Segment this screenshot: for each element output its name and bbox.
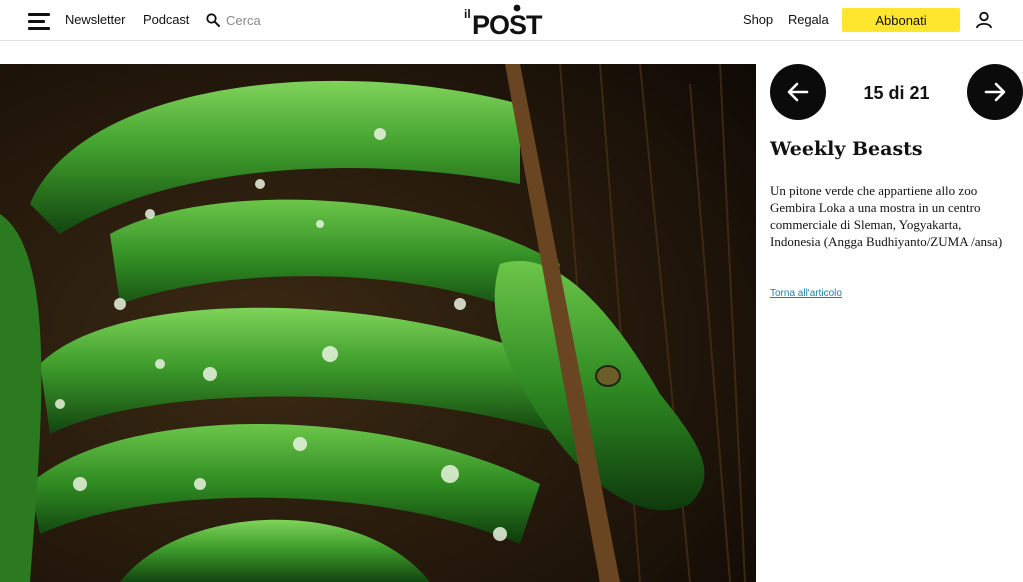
python-photo bbox=[0, 64, 756, 582]
svg-text:il: il bbox=[464, 7, 471, 21]
gallery-title: Weekly Beasts bbox=[770, 138, 923, 160]
search-box[interactable] bbox=[206, 10, 316, 30]
nav-shop-link[interactable]: Shop bbox=[743, 12, 773, 27]
nav-gift-link[interactable]: Regala bbox=[788, 12, 829, 27]
next-photo-button[interactable] bbox=[967, 64, 1023, 120]
search-icon[interactable] bbox=[206, 13, 220, 27]
nav-podcast-link[interactable]: Podcast bbox=[143, 12, 189, 27]
svg-text:POST: POST bbox=[472, 10, 543, 37]
photo-caption: Un pitone verde che appartiene allo zoo … bbox=[770, 183, 1003, 249]
previous-photo-button[interactable] bbox=[770, 64, 826, 120]
nav-newsletter-link[interactable]: Newsletter bbox=[65, 12, 126, 27]
back-to-article-link[interactable]: Torna all'articolo bbox=[770, 288, 842, 299]
hamburger-menu-icon[interactable] bbox=[28, 12, 50, 30]
arrow-right-icon bbox=[984, 82, 1006, 102]
user-icon[interactable] bbox=[975, 11, 993, 29]
subscribe-button[interactable]: Abbonati bbox=[842, 8, 960, 32]
arrow-left-icon bbox=[787, 82, 809, 102]
gallery-photo[interactable] bbox=[0, 64, 756, 582]
photo-counter: 15 di 21 bbox=[863, 83, 930, 103]
il-post-logo[interactable]: il POST bbox=[462, 3, 562, 37]
search-input[interactable] bbox=[226, 12, 316, 28]
site-header: Newsletter Podcast il POST Shop Regala A… bbox=[0, 0, 1023, 41]
